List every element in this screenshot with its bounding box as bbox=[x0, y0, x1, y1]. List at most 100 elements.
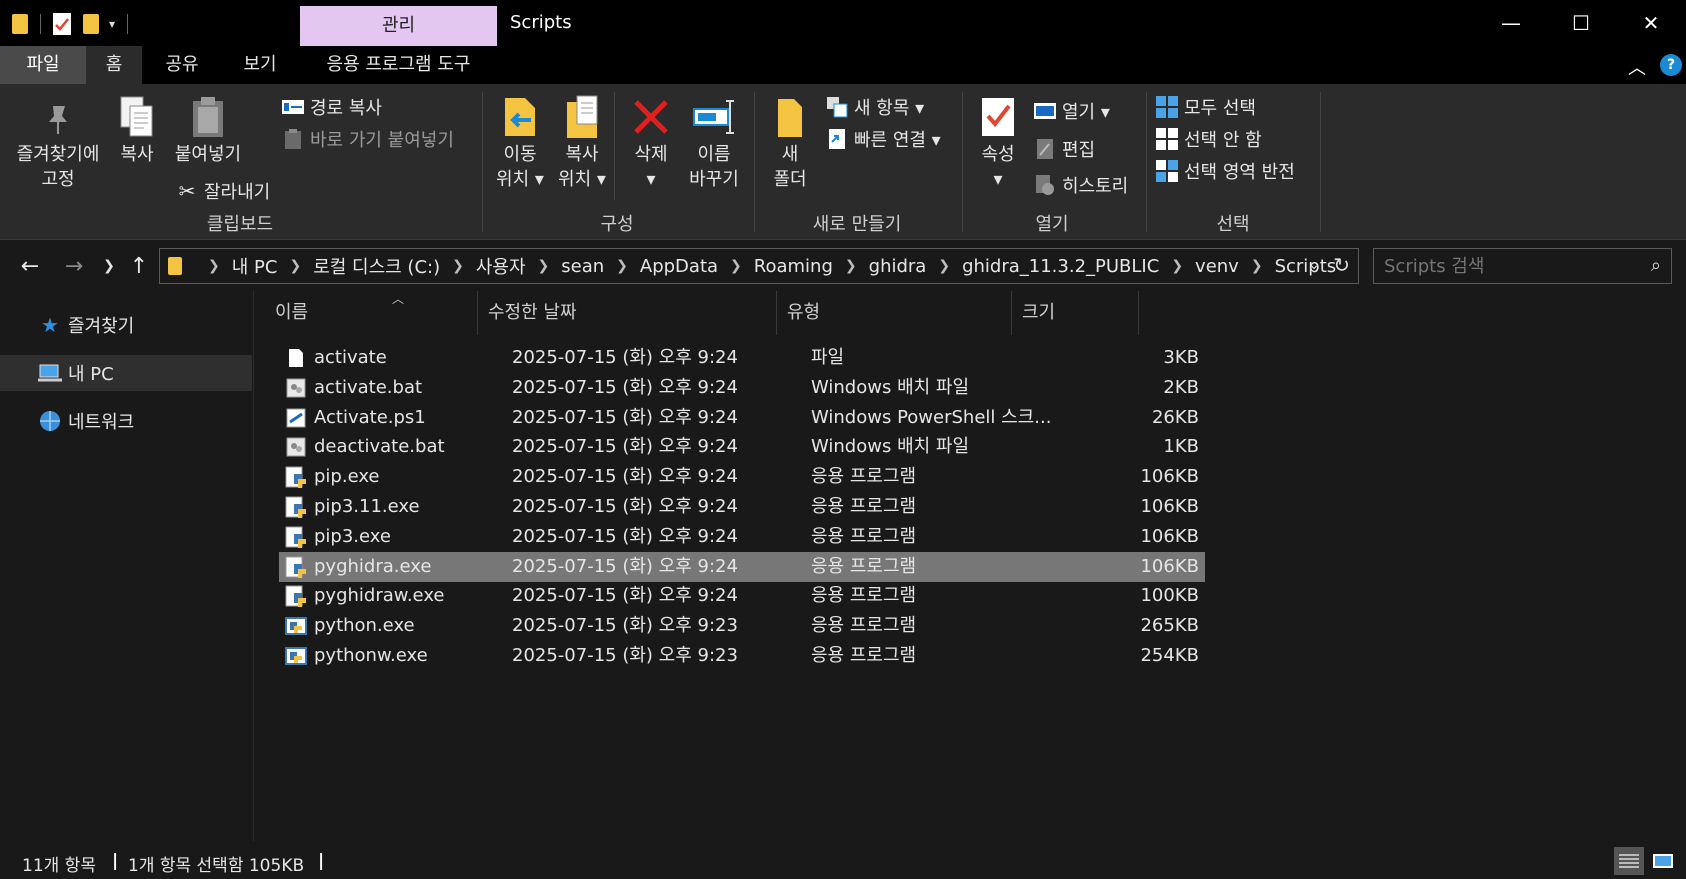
search-box[interactable]: ⌕ bbox=[1373, 248, 1672, 284]
column-header-size[interactable]: 크기 bbox=[1012, 291, 1139, 335]
breadcrumb-item[interactable]: venv bbox=[1195, 256, 1239, 277]
details-view-button[interactable] bbox=[1614, 847, 1644, 875]
tab-application-tools[interactable]: 응용 프로그램 도구 bbox=[300, 46, 497, 84]
search-icon[interactable]: ⌕ bbox=[1651, 255, 1661, 276]
tab-view[interactable]: 보기 bbox=[228, 46, 292, 84]
breadcrumb-item[interactable]: 사용자 bbox=[476, 253, 526, 279]
select-all-button[interactable]: 모두 선택 bbox=[1156, 92, 1256, 122]
chevron-right-icon[interactable]: ❯ bbox=[538, 258, 550, 274]
tab-share[interactable]: 공유 bbox=[150, 46, 214, 84]
breadcrumb-item[interactable]: 로컬 디스크 (C:) bbox=[313, 253, 440, 279]
column-header-name[interactable]: ︿ 이름 bbox=[265, 291, 478, 335]
file-row[interactable]: pyghidra.exe 2025-07-15 (화) 오후 9:24 응용 프로그… bbox=[279, 551, 1205, 582]
delete-button[interactable]: 삭제 ▾ bbox=[622, 92, 680, 192]
address-bar[interactable]: ❯ 내 PC ❯ 로컬 디스크 (C:) ❯ 사용자 ❯ sean ❯ AppD… bbox=[159, 248, 1359, 284]
folder-icon bbox=[12, 14, 28, 34]
collapse-ribbon-icon[interactable]: ︿ bbox=[1628, 54, 1646, 80]
file-row[interactable]: pip.exe 2025-07-15 (화) 오후 9:24 응용 프로그램 106K… bbox=[279, 462, 1205, 492]
nav-item-this-pc[interactable]: 내 PC bbox=[0, 355, 252, 391]
forward-arrow-icon: → bbox=[64, 253, 84, 279]
refresh-icon[interactable]: ↻ bbox=[1333, 253, 1350, 277]
file-date: 2025-07-15 (화) 오후 9:24 bbox=[512, 406, 738, 428]
maximize-button[interactable]: ☐ bbox=[1546, 0, 1616, 46]
file-name: Activate.ps1 bbox=[314, 406, 426, 428]
sort-ascending-icon: ︿ bbox=[392, 292, 405, 306]
breadcrumb-item[interactable]: 내 PC bbox=[232, 253, 278, 279]
invert-selection-button[interactable]: 선택 영역 반전 bbox=[1156, 156, 1295, 186]
chevron-right-icon[interactable]: ❯ bbox=[616, 258, 628, 274]
move-to-icon bbox=[492, 92, 548, 142]
breadcrumb-item[interactable]: AppData bbox=[640, 256, 718, 277]
search-input[interactable] bbox=[1384, 255, 1634, 277]
select-none-label: 선택 안 함 bbox=[1184, 130, 1262, 151]
customize-qat-icon[interactable]: ▾ bbox=[109, 17, 115, 31]
copy-to-icon bbox=[554, 92, 610, 142]
chevron-right-icon[interactable]: ❯ bbox=[845, 258, 857, 274]
file-row[interactable]: Activate.ps1 2025-07-15 (화) 오후 9:24 Window… bbox=[279, 403, 1205, 433]
new-folder-button[interactable]: 새 폴더 bbox=[760, 92, 820, 192]
nav-item-label: 내 PC bbox=[68, 364, 114, 385]
file-row[interactable]: pip3.11.exe 2025-07-15 (화) 오후 9:24 응용 프로그램… bbox=[279, 492, 1205, 522]
new-folder-qat-icon[interactable] bbox=[83, 14, 99, 34]
back-button[interactable]: ← bbox=[14, 249, 46, 283]
copy-path-button[interactable]: 경로 복사 bbox=[282, 92, 382, 122]
chevron-right-icon[interactable]: ❯ bbox=[730, 258, 742, 274]
nav-item-quick-access[interactable]: ★ 즐겨찾기 bbox=[0, 307, 252, 343]
breadcrumb-item[interactable]: ghidra_11.3.2_PUBLIC bbox=[962, 256, 1159, 277]
recent-locations-button[interactable]: ❯ bbox=[96, 249, 122, 283]
up-button[interactable]: ↑ bbox=[124, 249, 154, 283]
history-button[interactable]: 히스토리 bbox=[1034, 170, 1128, 200]
chevron-right-icon[interactable]: ❯ bbox=[1171, 258, 1183, 274]
paste-button[interactable]: 붙여넣기 bbox=[168, 92, 248, 167]
minimize-button[interactable]: — bbox=[1476, 0, 1546, 46]
tab-home[interactable]: 홈 bbox=[86, 46, 142, 84]
file-row[interactable]: pythonw.exe 2025-07-15 (화) 오후 9:23 응용 프로그램… bbox=[279, 641, 1205, 671]
network-icon bbox=[38, 409, 62, 433]
pin-to-quick-access-button[interactable]: 즐겨찾기에 고정 bbox=[8, 96, 108, 192]
open-button[interactable]: 열기 ▾ bbox=[1034, 96, 1110, 126]
file-row[interactable]: pip3.exe 2025-07-15 (화) 오후 9:24 응용 프로그램 106… bbox=[279, 522, 1205, 552]
paste-shortcut-button[interactable]: 바로 가기 붙여넣기 bbox=[282, 124, 454, 154]
star-icon: ★ bbox=[41, 313, 59, 337]
rename-button[interactable]: 이름 바꾸기 bbox=[684, 92, 744, 192]
nav-item-network[interactable]: 네트워크 bbox=[0, 403, 252, 439]
properties-qat-icon[interactable] bbox=[53, 13, 71, 35]
copy-button[interactable]: 복사 bbox=[112, 92, 162, 167]
batch-file-icon bbox=[285, 432, 307, 462]
context-tab-manage[interactable]: 관리 bbox=[300, 6, 497, 46]
file-row[interactable]: pyghidraw.exe 2025-07-15 (화) 오후 9:24 응용 프로… bbox=[279, 581, 1205, 611]
quick-access-toolbar: ▾ bbox=[12, 10, 129, 38]
easy-access-button[interactable]: 빠른 연결 ▾ bbox=[826, 124, 941, 154]
breadcrumb-item[interactable]: Scripts bbox=[1275, 256, 1337, 277]
breadcrumb-item[interactable]: ghidra bbox=[869, 256, 927, 277]
copy-to-button[interactable]: 복사 위치 ▾ bbox=[554, 92, 610, 192]
file-date: 2025-07-15 (화) 오후 9:24 bbox=[512, 555, 738, 577]
file-row[interactable]: deactivate.bat 2025-07-15 (화) 오후 9:24 Wind… bbox=[279, 432, 1205, 462]
forward-button[interactable]: → bbox=[58, 249, 90, 283]
edit-button[interactable]: 편집 bbox=[1034, 134, 1095, 164]
address-history-dropdown[interactable]: ⌄ bbox=[1308, 257, 1320, 273]
help-icon[interactable]: ? bbox=[1660, 54, 1682, 76]
chevron-right-icon[interactable]: ❯ bbox=[452, 258, 464, 274]
tab-file[interactable]: 파일 bbox=[0, 46, 86, 84]
python-exe-icon bbox=[285, 581, 307, 611]
file-name: activate.bat bbox=[314, 376, 423, 398]
chevron-right-icon[interactable]: ❯ bbox=[938, 258, 950, 274]
python-exe-icon bbox=[285, 462, 307, 492]
close-button[interactable]: ✕ bbox=[1616, 0, 1686, 46]
cut-button[interactable]: ✂ 잘라내기 bbox=[176, 176, 271, 206]
large-icons-view-button[interactable] bbox=[1648, 847, 1678, 875]
column-header-type[interactable]: 유형 bbox=[777, 291, 1012, 335]
file-row[interactable]: activate.bat 2025-07-15 (화) 오후 9:24 Window… bbox=[279, 373, 1205, 403]
breadcrumb-item[interactable]: Roaming bbox=[754, 256, 833, 277]
new-item-button[interactable]: 새 항목 ▾ bbox=[826, 92, 924, 122]
move-to-button[interactable]: 이동 위치 ▾ bbox=[492, 92, 548, 192]
chevron-right-icon[interactable]: ❯ bbox=[1251, 258, 1263, 274]
select-none-button[interactable]: 선택 안 함 bbox=[1156, 124, 1262, 154]
breadcrumb-item[interactable]: sean bbox=[561, 256, 604, 277]
properties-button[interactable]: 속성 ▾ bbox=[968, 92, 1028, 192]
file-row[interactable]: activate 2025-07-15 (화) 오후 9:24 파일 3KB bbox=[279, 343, 1205, 373]
chevron-right-icon[interactable]: ❯ bbox=[289, 258, 301, 274]
column-header-date[interactable]: 수정한 날짜 bbox=[478, 291, 777, 335]
file-row[interactable]: python.exe 2025-07-15 (화) 오후 9:23 응용 프로그램 2… bbox=[279, 611, 1205, 641]
